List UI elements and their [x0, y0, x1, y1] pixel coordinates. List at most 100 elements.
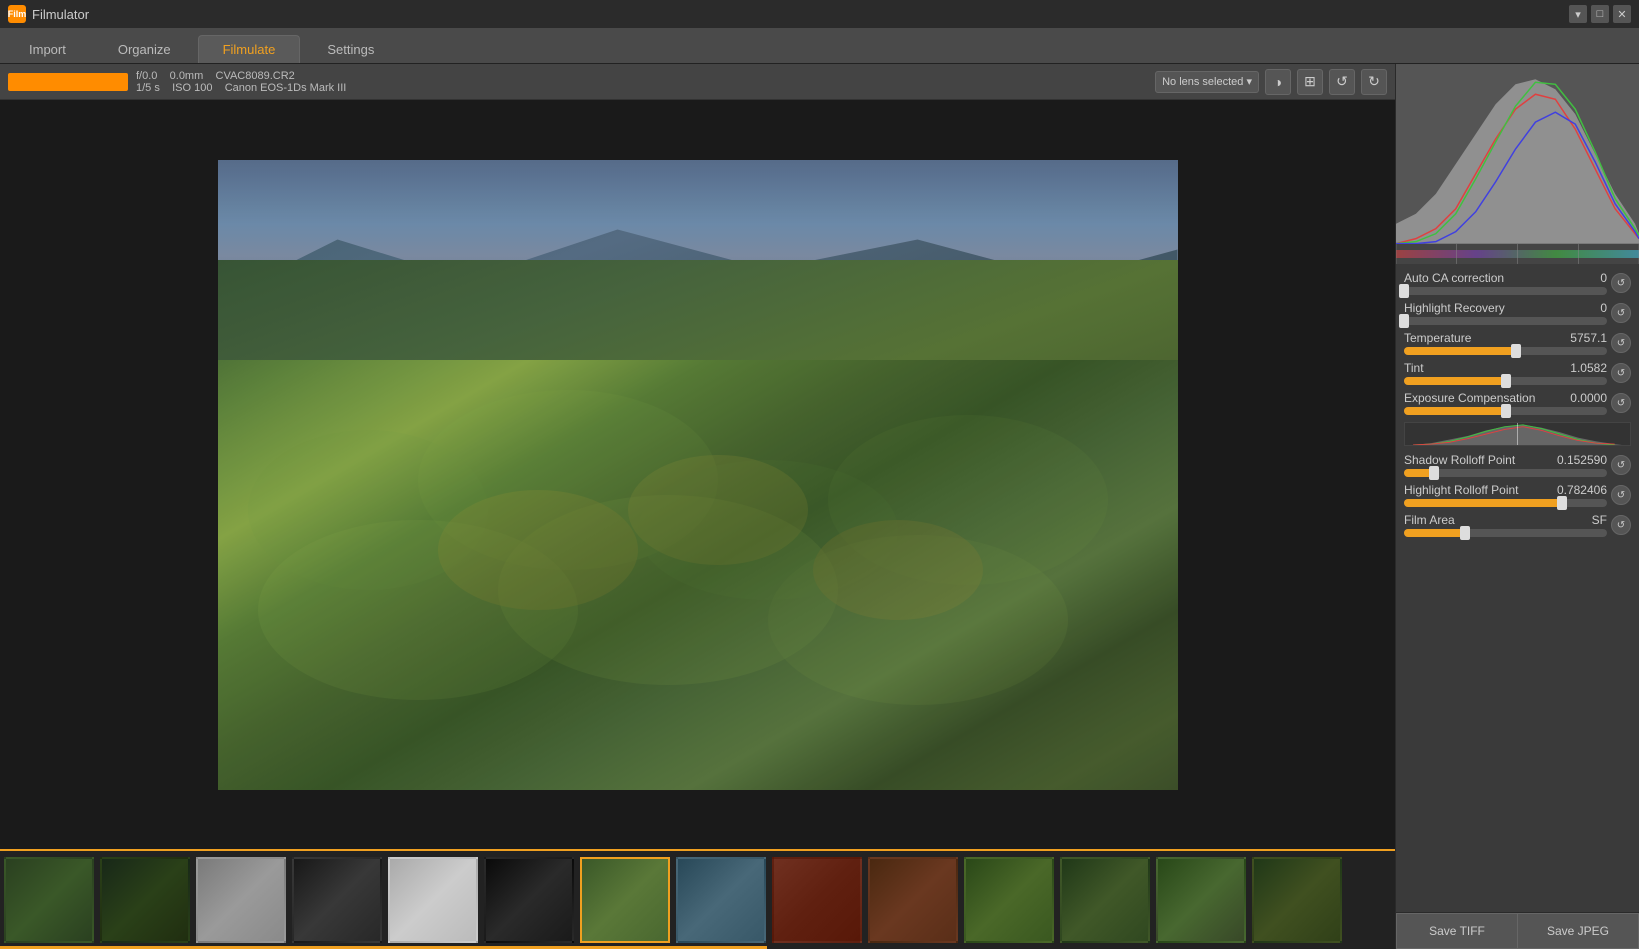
- temperature-header: Temperature 5757.1: [1404, 331, 1607, 345]
- highlight-recovery-value: 0: [1547, 301, 1607, 315]
- thumb-svg-5: [486, 859, 572, 941]
- thumb-svg-11: [1062, 859, 1148, 941]
- image-area: f/0.0 0.0mm CVAC8089.CR2 1/5 s ISO 100 C…: [0, 64, 1395, 949]
- thumbnail-5[interactable]: [484, 857, 574, 943]
- tint-value: 1.0582: [1547, 361, 1607, 375]
- film-area-slider-group: Film Area SF: [1404, 513, 1607, 537]
- temperature-slider-group: Temperature 5757.1: [1404, 331, 1607, 355]
- thumbnail-1[interactable]: [100, 857, 190, 943]
- temperature-slider[interactable]: [1404, 347, 1607, 355]
- tab-organize[interactable]: Organize: [93, 35, 196, 63]
- thumbnail-3[interactable]: [292, 857, 382, 943]
- tab-filmulate[interactable]: Filmulate: [198, 35, 301, 63]
- tint-label: Tint: [1404, 361, 1424, 375]
- camera-value: Canon EOS-1Ds Mark III: [225, 82, 347, 94]
- thumbnail-10[interactable]: [964, 857, 1054, 943]
- highlight-rolloff-slider-group: Highlight Rolloff Point 0.782406: [1404, 483, 1607, 507]
- crop-button[interactable]: ⊞: [1297, 69, 1323, 95]
- tab-filmulate-label: Filmulate: [223, 42, 276, 57]
- app-icon-label: Film: [8, 9, 27, 19]
- tab-import[interactable]: Import: [4, 35, 91, 63]
- auto-ca-slider[interactable]: [1404, 287, 1607, 295]
- aperture-value: f/0.0: [136, 70, 157, 82]
- mini-histogram-svg: [1396, 244, 1639, 264]
- temperature-reset[interactable]: ↺: [1611, 333, 1631, 353]
- save-buttons: Save TIFF Save JPEG: [1396, 912, 1639, 949]
- shutter-value: 1/5 s: [136, 82, 160, 94]
- filename-value: CVAC8089.CR2: [216, 70, 295, 82]
- thumbnail-8[interactable]: [772, 857, 862, 943]
- lens-dropdown[interactable]: No lens selected ▾: [1155, 71, 1259, 93]
- save-tiff-button[interactable]: Save TIFF: [1396, 913, 1517, 949]
- histogram-container: [1396, 64, 1639, 264]
- thumbnail-11[interactable]: [1060, 857, 1150, 943]
- rotate-right-icon: ↻: [1368, 73, 1380, 90]
- highlight-recovery-reset[interactable]: ↺: [1611, 303, 1631, 323]
- save-jpeg-button[interactable]: Save JPEG: [1517, 913, 1639, 949]
- tint-row: Tint 1.0582 ↺: [1396, 358, 1639, 388]
- exposure-comp-header: Exposure Compensation 0.0000: [1404, 391, 1607, 405]
- thumbnail-9[interactable]: [868, 857, 958, 943]
- thumbnail-7[interactable]: [676, 857, 766, 943]
- tint-slider[interactable]: [1404, 377, 1607, 385]
- collapse-button[interactable]: ▾: [1569, 5, 1587, 23]
- highlight-recovery-header: Highlight Recovery 0: [1404, 301, 1607, 315]
- thumb-svg-4: [390, 859, 476, 941]
- auto-ca-reset[interactable]: ↺: [1611, 273, 1631, 293]
- tab-import-label: Import: [29, 42, 66, 57]
- image-canvas: [0, 100, 1395, 849]
- brightness-icon: ◑: [1274, 74, 1282, 90]
- shadow-rolloff-slider[interactable]: [1404, 469, 1607, 477]
- thumb-svg-9: [870, 859, 956, 941]
- thumb-svg-13: [1254, 859, 1340, 941]
- exposure-bar: [8, 73, 128, 91]
- exposure-comp-reset[interactable]: ↺: [1611, 393, 1631, 413]
- highlight-recovery-slider[interactable]: [1404, 317, 1607, 325]
- rotate-left-button[interactable]: ↺: [1329, 69, 1355, 95]
- lens-dropdown-icon: ▾: [1246, 76, 1252, 88]
- tint-reset[interactable]: ↺: [1611, 363, 1631, 383]
- rotate-right-button[interactable]: ↻: [1361, 69, 1387, 95]
- thumbnail-13[interactable]: [1252, 857, 1342, 943]
- brightness-button[interactable]: ◑: [1265, 69, 1291, 95]
- highlight-rolloff-reset[interactable]: ↺: [1611, 485, 1631, 505]
- thumb-svg-2: [198, 859, 284, 941]
- thumbnail-0[interactable]: [4, 857, 94, 943]
- titlebar: Film Filmulator ▾ □ ✕: [0, 0, 1639, 28]
- thumbnail-4[interactable]: [388, 857, 478, 943]
- thumb-svg-3: [294, 859, 380, 941]
- film-area-slider[interactable]: [1404, 529, 1607, 537]
- thumb-svg-6: [582, 859, 668, 941]
- tint-slider-group: Tint 1.0582: [1404, 361, 1607, 385]
- histogram-canvas: [1396, 64, 1639, 244]
- auto-ca-label: Auto CA correction: [1404, 271, 1504, 285]
- iso-value: ISO 100: [172, 82, 212, 94]
- film-area-value: SF: [1547, 513, 1607, 527]
- tab-settings[interactable]: Settings: [302, 35, 399, 63]
- highlight-rolloff-slider[interactable]: [1404, 499, 1607, 507]
- thumbnail-6[interactable]: [580, 857, 670, 943]
- tab-organize-label: Organize: [118, 42, 171, 57]
- close-button[interactable]: ✕: [1613, 5, 1631, 23]
- maximize-button[interactable]: □: [1591, 5, 1609, 23]
- shadow-rolloff-header: Shadow Rolloff Point 0.152590: [1404, 453, 1607, 467]
- film-area-row: Film Area SF ↺: [1396, 510, 1639, 540]
- highlight-rolloff-value: 0.782406: [1547, 483, 1607, 497]
- tabbar: Import Organize Filmulate Settings: [0, 28, 1639, 64]
- thumbnail-2[interactable]: [196, 857, 286, 943]
- auto-ca-slider-group: Auto CA correction 0: [1404, 271, 1607, 295]
- titlebar-controls: ▾ □ ✕: [1569, 5, 1631, 23]
- temperature-label: Temperature: [1404, 331, 1471, 345]
- auto-ca-row: Auto CA correction 0 ↺: [1396, 268, 1639, 298]
- shadow-rolloff-reset[interactable]: ↺: [1611, 455, 1631, 475]
- app-icon: Film: [8, 5, 26, 23]
- lens-selector: No lens selected ▾ ◑ ⊞ ↺ ↻: [1155, 69, 1387, 95]
- temperature-row: Temperature 5757.1 ↺: [1396, 328, 1639, 358]
- film-area-header: Film Area SF: [1404, 513, 1607, 527]
- thumb-svg-12: [1158, 859, 1244, 941]
- exposure-comp-slider[interactable]: [1404, 407, 1607, 415]
- thumb-svg-8: [774, 859, 860, 941]
- levels-histogram: [1404, 422, 1631, 446]
- thumbnail-12[interactable]: [1156, 857, 1246, 943]
- film-area-reset[interactable]: ↺: [1611, 515, 1631, 535]
